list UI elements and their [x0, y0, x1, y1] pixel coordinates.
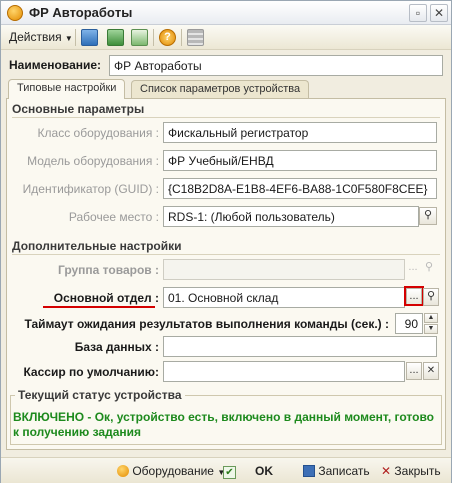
equipment-model-label: Модель оборудования :: [27, 154, 159, 168]
search-icon: ⚲: [424, 261, 434, 273]
equipment-menu-button[interactable]: Оборудование ▼: [117, 464, 225, 478]
workplace-label: Рабочее место :: [68, 210, 159, 224]
default-cashier-label: Кассир по умолчанию:: [23, 365, 159, 379]
equipment-model-field[interactable]: ФР Учебный/ЕНВД: [163, 150, 437, 171]
close-icon: ✕: [381, 464, 392, 478]
toolbar-separator: [181, 29, 182, 46]
goto-icon[interactable]: [81, 29, 98, 46]
workplace-field[interactable]: RDS-1: (Любой пользователь): [163, 206, 419, 227]
save-icon: [303, 465, 315, 477]
save-label: Записать: [318, 464, 370, 478]
highlight-box: [404, 286, 424, 306]
main-department-search-button[interactable]: ⚲: [423, 288, 439, 306]
tab-standard-settings[interactable]: Типовые настройки: [8, 79, 126, 99]
main-params-title: Основные параметры: [12, 102, 145, 116]
minimize-icon[interactable]: ▫: [409, 4, 427, 22]
close-icon[interactable]: ✕: [430, 4, 448, 22]
default-cashier-select-button[interactable]: ...: [406, 362, 422, 380]
refresh-icon[interactable]: [107, 29, 124, 46]
actions-menu[interactable]: Действия ▼: [9, 30, 73, 44]
identifier-field[interactable]: {C18B2D8A-E1B8-4EF6-BA88-1C0F580F8CEE}: [163, 178, 437, 199]
equipment-icon: [117, 465, 129, 477]
footer-bar: Оборудование ▼ ✔ OK Записать ✕ Закрыть: [1, 457, 451, 483]
ok-button[interactable]: OK: [255, 464, 273, 478]
actions-label: Действия: [9, 30, 62, 44]
spinner-down-icon[interactable]: ▼: [424, 324, 438, 334]
section-divider: [12, 117, 440, 118]
app-icon: [7, 5, 23, 21]
search-icon: ⚲: [423, 209, 433, 221]
toolbar-separator: [75, 29, 76, 46]
title-bar: ФР Авторабoты ▫ ✕: [1, 1, 451, 25]
equipment-class-field[interactable]: Фискальный регистратор: [163, 122, 437, 143]
timeout-label: Таймаут ожидания результатов выполнения …: [24, 317, 389, 331]
product-group-label: Группа товаров :: [57, 263, 159, 277]
clear-icon[interactable]: ✕: [423, 362, 439, 380]
product-group-select-button: ...: [408, 261, 418, 273]
spinner-up-icon[interactable]: ▲: [424, 313, 438, 323]
equipment-dialog-window: ФР Авторабoты ▫ ✕ Действия ▼ ? Наименова…: [0, 0, 452, 483]
default-cashier-field[interactable]: [163, 361, 405, 382]
name-input[interactable]: ФР Авторабoты: [109, 55, 443, 76]
help-icon[interactable]: ?: [159, 29, 176, 46]
database-label: База данных :: [74, 340, 159, 354]
main-department-field[interactable]: 01. Основной склад: [163, 287, 405, 308]
copy-icon[interactable]: [131, 29, 148, 46]
workplace-search-button[interactable]: ⚲: [419, 207, 437, 225]
toolbar: Действия ▼ ?: [1, 25, 451, 50]
close-button[interactable]: ✕ Закрыть: [381, 464, 441, 478]
section-divider: [12, 254, 440, 255]
timeout-input[interactable]: 90: [395, 313, 423, 334]
name-label: Наименование:: [9, 58, 102, 72]
close-label: Закрыть: [394, 464, 441, 478]
tab-device-parameters[interactable]: Список параметров устройства: [131, 80, 310, 98]
highlight-underline: [43, 306, 155, 308]
product-group-field: [163, 259, 405, 280]
equipment-class-label: Класс оборудования :: [37, 126, 159, 140]
list-icon[interactable]: [187, 29, 204, 46]
identifier-label: Идентификатор (GUID) :: [22, 182, 159, 196]
ok-check-icon[interactable]: ✔: [223, 464, 236, 479]
search-icon: ⚲: [426, 290, 436, 302]
extra-settings-title: Дополнительные настройки: [12, 239, 182, 253]
status-message: ВКЛЮЧЕНО - Ок, устройство есть, включено…: [13, 410, 434, 439]
toolbar-separator: [153, 29, 154, 46]
window-title: ФР Авторабoты: [29, 5, 133, 20]
save-button[interactable]: Записать: [303, 464, 370, 478]
status-title: Текущий статус устройства: [15, 388, 185, 402]
database-field[interactable]: [163, 336, 437, 357]
main-department-label: Основной отдел :: [53, 291, 159, 305]
equipment-label: Оборудование: [132, 464, 214, 478]
dropdown-arrow-icon: ▼: [64, 34, 73, 43]
